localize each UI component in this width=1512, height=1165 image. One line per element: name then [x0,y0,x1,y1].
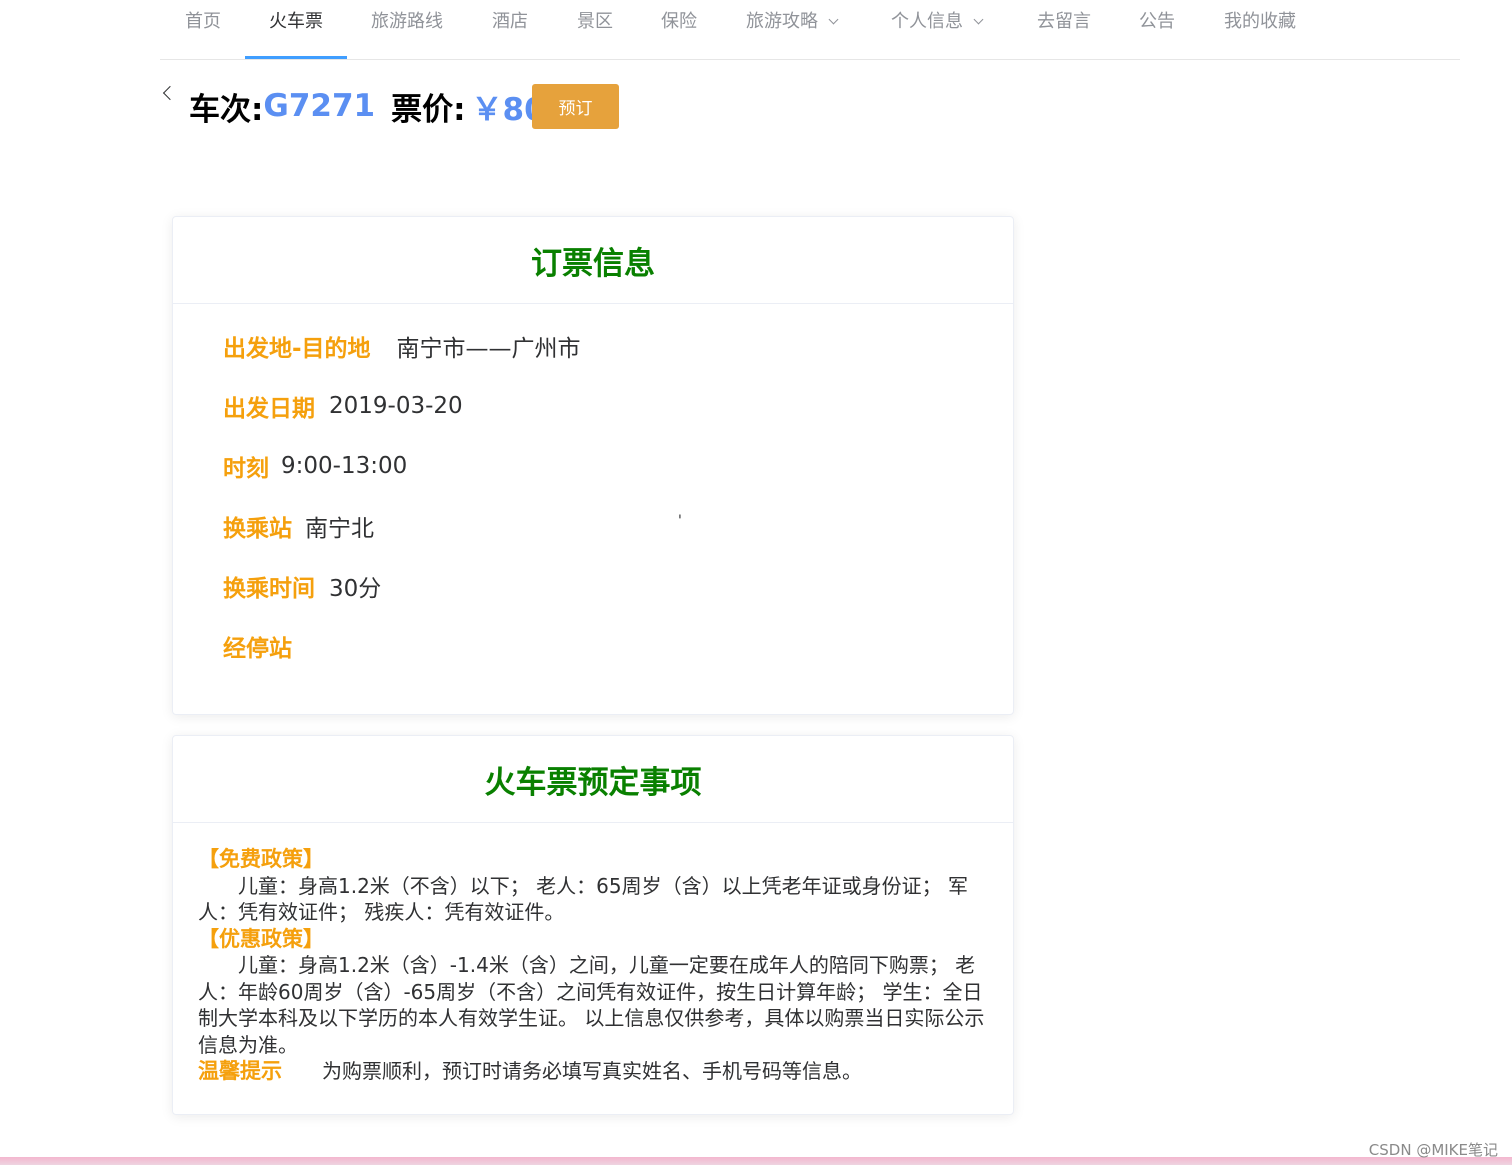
booking-info-card: 订票信息 出发地-目的地 南宁市——广州市 出发日期 2019-03-20 时刻… [172,216,1014,715]
book-button[interactable]: 预订 [532,84,619,129]
train-headline: 车次: G7271 票价: ￥80 [189,83,546,129]
info-value: 南宁北 [305,516,374,542]
discount-policy-title: 【优惠政策】 [198,926,324,951]
free-policy-title: 【免费政策】 [198,847,324,871]
info-label: 换乘时间 [223,576,315,602]
tip-text: 为购票顺利，预订时请务必填写真实姓名、手机号码等信息。 [322,1059,862,1083]
notice-body: 【免费政策】 儿童：身高1.2米（不含）以下； 老人：65周岁（含）以上凭老年证… [198,846,998,1085]
free-policy-text-row: 儿童：身高1.2米（不含）以下； 老人：65周岁（含）以上凭老年证或身份证； 军… [198,873,998,926]
info-row-time: 时刻 9:00-13:00 [223,451,408,482]
booking-notice-card: 火车票预定事项 【免费政策】 儿童：身高1.2米（不含）以下； 老人：65周岁（… [172,735,1014,1115]
info-row-transfer-time: 换乘时间 30分 [223,571,382,602]
nav-item-train-tickets[interactable]: 火车票 [269,0,323,58]
nav-item-my-favorites[interactable]: 我的收藏 [1224,0,1296,58]
top-nav: 首页 火车票 旅游路线 酒店 景区 保险 旅游攻略 个人信息 去留言 公告 我的… [160,0,1460,60]
chevron-down-icon [973,14,984,25]
nav-item-announcements[interactable]: 公告 [1139,0,1175,58]
back-arrow-icon[interactable] [162,85,178,101]
nav-item-label: 个人信息 [891,11,963,32]
nav-item-hotels[interactable]: 酒店 [492,0,528,58]
bottom-strip [0,1157,1512,1165]
info-value: 30分 [329,576,382,602]
info-value: 9:00-13:00 [281,453,408,479]
price-label: 票价: [391,91,466,128]
discount-policy-text: 儿童：身高1.2米（含）-1.4米（含）之间，儿童一定要在成年人的陪同下购票； … [198,953,985,1057]
info-label: 经停站 [223,636,292,662]
nav-item-travel-guides[interactable]: 旅游攻略 [746,0,839,58]
info-label: 时刻 [223,456,269,482]
info-value: 2019-03-20 [329,393,463,419]
booking-info-title: 订票信息 [173,217,1013,304]
nav-item-label: 旅游攻略 [746,11,818,32]
info-row-departure-date: 出发日期 2019-03-20 [223,391,463,422]
info-row-stops: 经停站 [223,631,306,662]
watermark: CSDN @MIKE笔记 [1368,1141,1498,1159]
tip-row: 温馨提示 为购票顺利，预订时请务必填写真实姓名、手机号码等信息。 [198,1058,998,1085]
nav-item-scenic-spots[interactable]: 景区 [577,0,613,58]
stray-mark: ' [678,513,682,529]
active-tab-indicator [245,56,347,59]
free-policy-text: 儿童：身高1.2米（不含）以下； 老人：65周岁（含）以上凭老年证或身份证； 军… [198,873,968,925]
chevron-down-icon [828,14,839,25]
tip-label: 温馨提示 [198,1059,282,1083]
booking-notice-title: 火车票预定事项 [173,736,1013,823]
train-number-label: 车次: [189,91,264,128]
info-label: 换乘站 [223,516,292,542]
nav-item-personal-info[interactable]: 个人信息 [891,0,984,58]
info-row-route: 出发地-目的地 南宁市——广州市 [223,331,581,362]
train-number: G7271 [263,88,376,124]
info-label: 出发地-目的地 [223,336,371,362]
nav-item-tour-routes[interactable]: 旅游路线 [371,0,443,58]
info-row-transfer-station: 换乘站 南宁北 [223,511,374,542]
discount-policy-text-row: 儿童：身高1.2米（含）-1.4米（含）之间，儿童一定要在成年人的陪同下购票； … [198,952,998,1058]
nav-item-home[interactable]: 首页 [185,0,221,58]
nav-item-leave-message[interactable]: 去留言 [1037,0,1091,58]
info-label: 出发日期 [223,396,315,422]
nav-item-insurance[interactable]: 保险 [661,0,697,58]
info-value: 南宁市——广州市 [396,336,581,362]
